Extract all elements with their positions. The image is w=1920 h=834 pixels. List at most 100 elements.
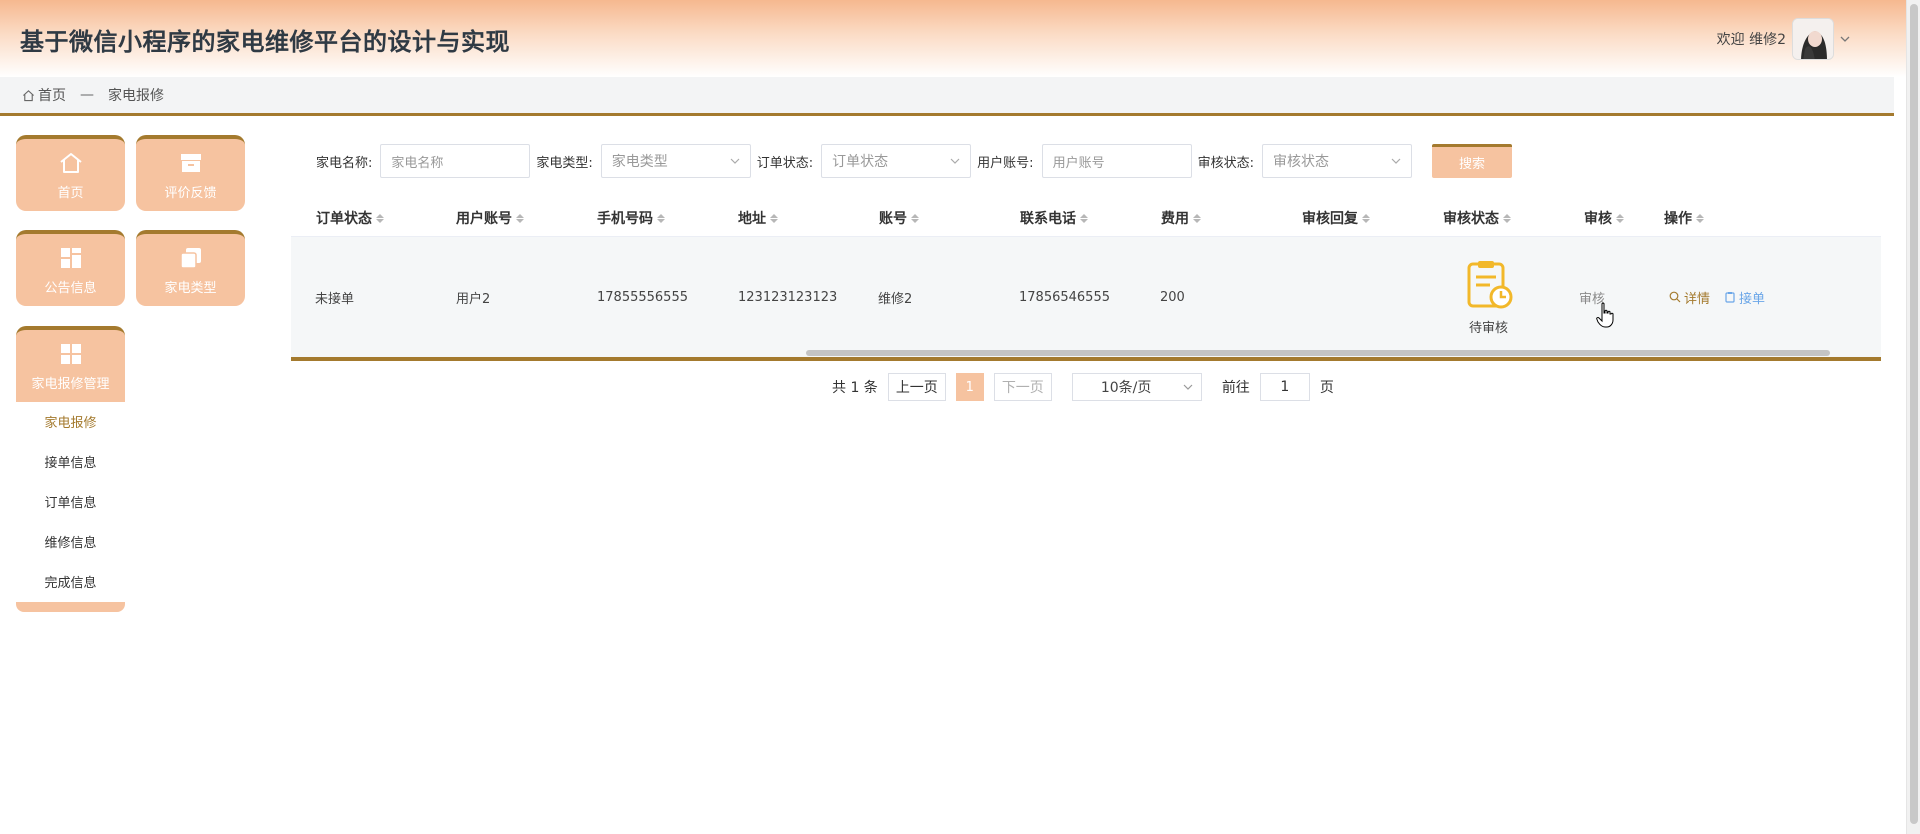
- copy-icon: [179, 247, 201, 269]
- search-type-select[interactable]: 家电类型: [600, 144, 751, 178]
- column-header[interactable]: 费用: [1136, 208, 1277, 228]
- avatar[interactable]: [1792, 18, 1834, 60]
- page-number-1[interactable]: 1: [955, 373, 984, 401]
- take-order-label: 接单: [1739, 291, 1766, 307]
- search-account-input[interactable]: 用户账号: [1041, 144, 1192, 178]
- app-header: 基于微信小程序的家电维修平台的设计与实现 欢迎 维修2: [0, 0, 1920, 77]
- column-header[interactable]: 手机号码: [572, 208, 713, 228]
- page-size-value: 10条/页: [1100, 380, 1152, 396]
- breadcrumb-current: 家电报修: [108, 88, 164, 104]
- column-header[interactable]: 用户账号: [431, 208, 572, 228]
- sidebar-tile-notice[interactable]: 公告信息: [16, 230, 125, 306]
- column-header[interactable]: 审核状态: [1418, 208, 1559, 228]
- column-header[interactable]: 操作: [1639, 208, 1799, 228]
- column-header-label: 审核回复: [1302, 211, 1358, 227]
- search-type-label: 家电类型:: [536, 155, 593, 171]
- column-header-label: 操作: [1664, 211, 1692, 227]
- user-menu[interactable]: 欢迎 维修2: [1717, 18, 1850, 60]
- sidebar-tile-label: 评价反馈: [164, 185, 217, 201]
- table-body: 未接单 用户2 17855556555 123123123123 维修2 178…: [291, 237, 1881, 357]
- chevron-down-icon[interactable]: [1840, 32, 1850, 46]
- goto-label: 前往: [1221, 380, 1250, 396]
- sidebar-tile-label: 公告信息: [44, 280, 97, 296]
- submenu-item-accept[interactable]: 接单信息: [16, 444, 125, 484]
- hand-cursor-icon: [1596, 302, 1614, 328]
- archive-icon: [180, 153, 201, 172]
- pagination-total: 共 1 条: [832, 380, 878, 396]
- cell-address: 123123123123: [738, 289, 838, 305]
- cell-fee: 200: [1160, 289, 1185, 305]
- breadcrumb-separator: —: [80, 87, 94, 103]
- column-header[interactable]: 联系电话: [995, 208, 1136, 228]
- sort-icon[interactable]: [1080, 213, 1088, 223]
- cell-review-status: 待审核: [1418, 259, 1559, 336]
- sidebar-tile-label: 家电报修管理: [31, 376, 110, 392]
- cell-contact: 17856546555: [1019, 289, 1110, 305]
- search-icon: [1669, 291, 1681, 303]
- search-name-input[interactable]: 家电名称: [380, 144, 531, 178]
- breadcrumb: 首页 — 家电报修: [0, 77, 1894, 116]
- welcome-text: 欢迎 维修2: [1716, 32, 1786, 48]
- home-icon: [23, 89, 34, 101]
- sort-icon[interactable]: [1193, 213, 1201, 223]
- column-header[interactable]: 账号: [854, 208, 995, 228]
- submenu-item-complete[interactable]: 完成信息: [16, 564, 125, 604]
- search-order-status-select[interactable]: 订单状态: [821, 144, 972, 178]
- submenu-item-order[interactable]: 订单信息: [16, 484, 125, 524]
- sidebar-tile-home[interactable]: 首页: [16, 135, 125, 211]
- review-status-block: 待审核: [1418, 259, 1559, 336]
- sidebar-tile-repair-management[interactable]: 家电报修管理: [16, 326, 125, 402]
- search-order-status-label: 订单状态:: [756, 155, 814, 171]
- sidebar-tile-appliance-type[interactable]: 家电类型: [136, 230, 245, 306]
- submenu-item-maintenance[interactable]: 维修信息: [16, 524, 125, 564]
- goto-page-input[interactable]: 1: [1259, 373, 1310, 401]
- sort-icon[interactable]: [1503, 213, 1511, 223]
- breadcrumb-home[interactable]: 首页: [22, 85, 66, 105]
- scrollbar-thumb[interactable]: [1910, 4, 1918, 824]
- sort-icon[interactable]: [911, 213, 919, 223]
- column-header[interactable]: 审核: [1559, 208, 1639, 228]
- clipboard-icon: [1725, 292, 1735, 303]
- column-header-label: 联系电话: [1020, 211, 1076, 227]
- page-size-select[interactable]: 10条/页: [1071, 373, 1202, 401]
- column-header[interactable]: 订单状态: [291, 208, 431, 228]
- take-order-button[interactable]: 接单: [1724, 288, 1765, 307]
- sort-icon[interactable]: [376, 213, 384, 223]
- cell-phone: 17855556555: [597, 289, 688, 305]
- prev-page-button[interactable]: 上一页: [887, 373, 946, 401]
- search-review-status-placeholder: 审核状态: [1272, 154, 1329, 170]
- next-page-button[interactable]: 下一页: [993, 373, 1052, 401]
- column-header-label: 订单状态: [316, 211, 372, 227]
- table-header: 订单状态 用户账号 手机号码 地址 账号 联系电话 费用 审核回复 审核状态 审…: [291, 200, 1881, 237]
- detail-label: 详情: [1684, 291, 1711, 307]
- sort-icon[interactable]: [1616, 213, 1624, 223]
- sort-icon[interactable]: [1362, 213, 1370, 223]
- avatar-image: [1793, 19, 1833, 59]
- pagination: 共 1 条 上一页 1 下一页 10条/页 前往 1 页: [832, 373, 1334, 401]
- breadcrumb-home-label: 首页: [38, 88, 66, 104]
- page-scrollbar[interactable]: [1906, 0, 1920, 834]
- cell-user-account: 用户2: [456, 291, 491, 307]
- detail-button[interactable]: 详情: [1669, 288, 1710, 307]
- sort-icon[interactable]: [770, 213, 778, 223]
- column-header-label: 用户账号: [456, 211, 512, 227]
- search-review-status-select[interactable]: 审核状态: [1261, 144, 1412, 178]
- search-button[interactable]: 搜索: [1431, 144, 1512, 178]
- sort-icon[interactable]: [516, 213, 524, 223]
- sidebar-tile-feedback[interactable]: 评价反馈: [136, 135, 245, 211]
- column-header[interactable]: 地址: [713, 208, 854, 228]
- column-header[interactable]: 审核回复: [1277, 208, 1418, 228]
- chevron-down-icon: [1391, 158, 1401, 164]
- sidebar-tile-label: 首页: [57, 185, 84, 201]
- column-header-label: 手机号码: [597, 211, 653, 227]
- sort-icon[interactable]: [657, 213, 665, 223]
- page-suffix: 页: [1319, 380, 1334, 396]
- column-header-label: 审核状态: [1443, 211, 1499, 227]
- grid-icon: [60, 247, 81, 268]
- sort-icon[interactable]: [1696, 213, 1704, 223]
- table-horizontal-scrollbar[interactable]: [806, 350, 1830, 356]
- repair-table: 订单状态 用户账号 手机号码 地址 账号 联系电话 费用 审核回复 审核状态 审…: [291, 200, 1881, 361]
- search-account-label: 用户账号:: [977, 155, 1034, 171]
- submenu-item-repair[interactable]: 家电报修: [16, 404, 125, 444]
- column-header-label: 地址: [738, 211, 766, 227]
